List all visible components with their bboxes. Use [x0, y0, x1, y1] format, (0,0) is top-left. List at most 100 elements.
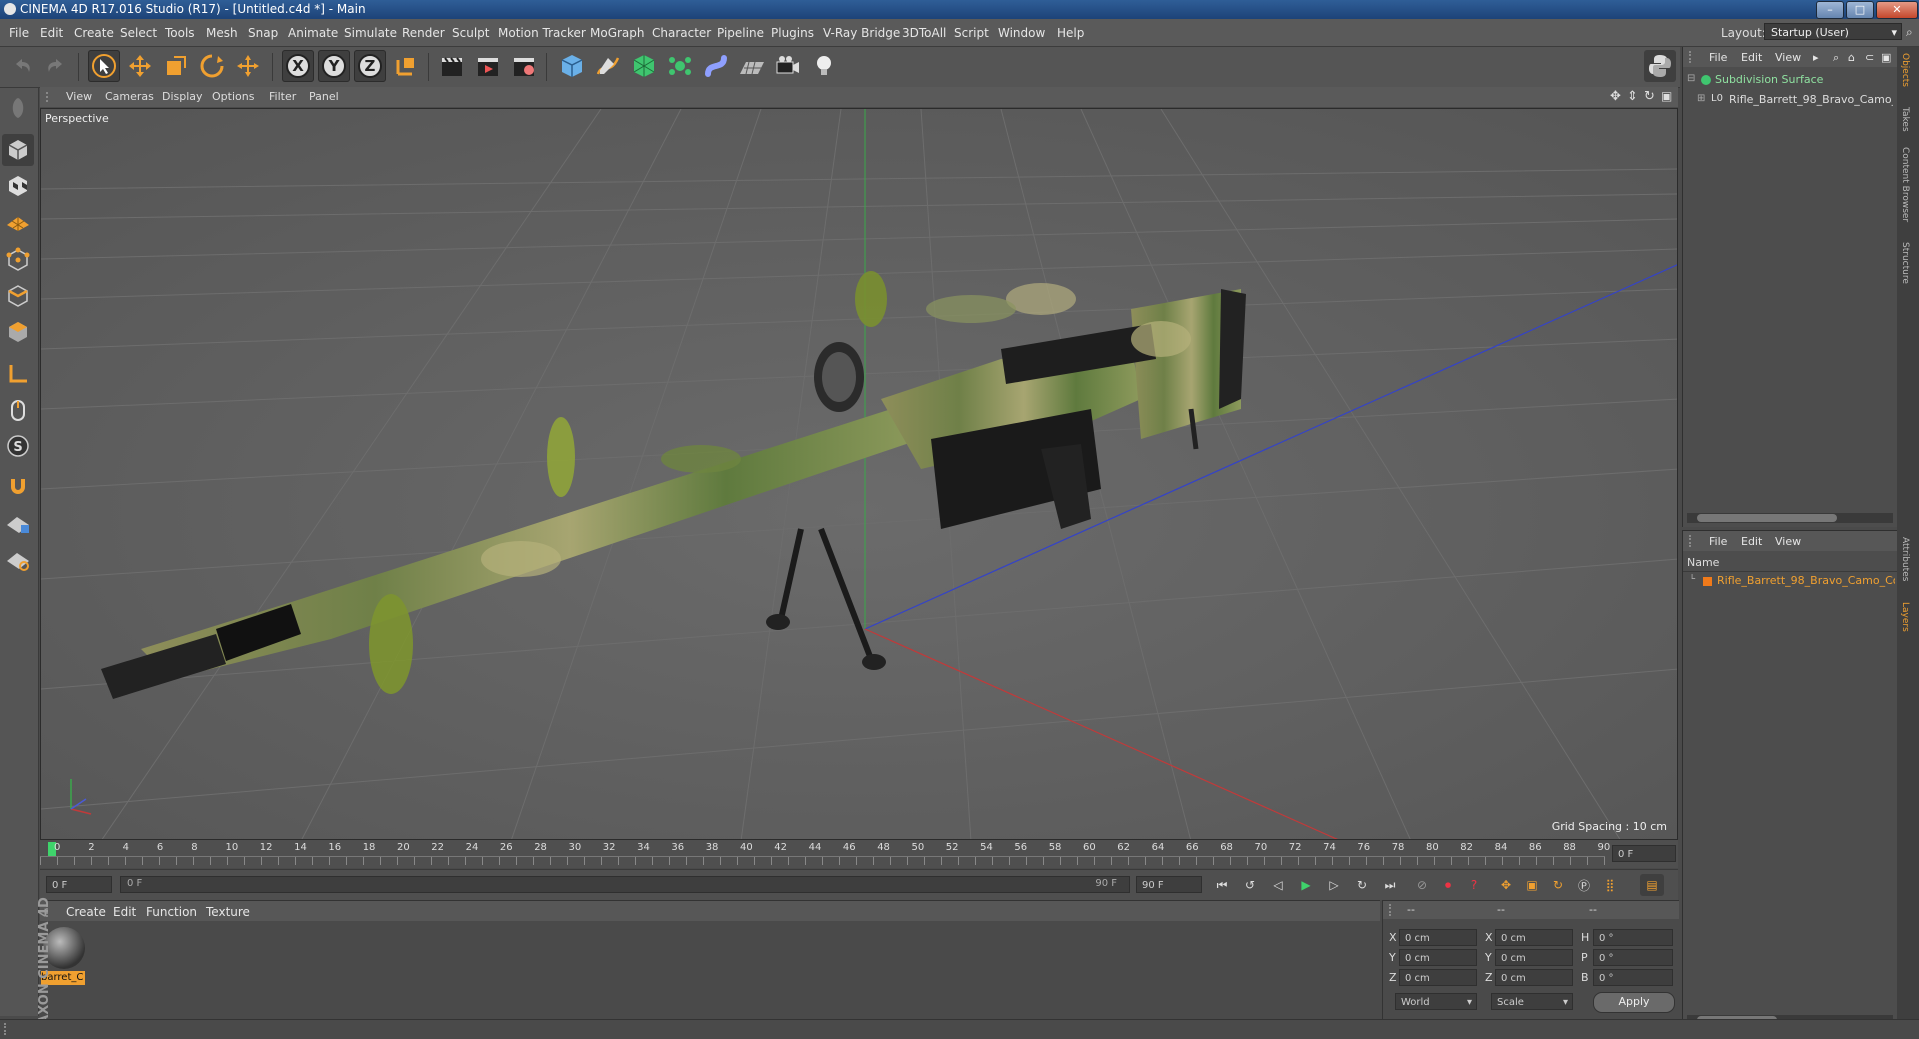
- axis-mode-button[interactable]: [2, 358, 34, 390]
- snap-button[interactable]: S: [2, 430, 34, 462]
- position-y-field[interactable]: 0 cm: [1399, 949, 1477, 966]
- side-tab-takes[interactable]: Takes: [1900, 107, 1910, 132]
- menu-help[interactable]: Help: [1057, 26, 1084, 40]
- material-menu-edit[interactable]: Edit: [113, 905, 136, 919]
- rotation-h-field[interactable]: 0 °: [1593, 929, 1673, 946]
- menu-tools[interactable]: Tools: [165, 26, 195, 40]
- side-tab-attributes[interactable]: Attributes: [1900, 537, 1910, 581]
- tweak-mode-button[interactable]: [2, 394, 34, 426]
- layer-color-swatch[interactable]: [1703, 577, 1712, 586]
- previous-frame-button[interactable]: ◁: [1266, 874, 1290, 896]
- search-icon[interactable]: ⌕: [1833, 51, 1839, 65]
- menu-vray-bridge[interactable]: V-Ray Bridge: [823, 26, 900, 40]
- collapse-icon[interactable]: ⊟: [1687, 73, 1695, 84]
- render-settings-button[interactable]: [508, 50, 540, 82]
- menu-3dtoall[interactable]: 3DToAll: [902, 26, 946, 40]
- home-icon[interactable]: ⌂: [1848, 51, 1855, 64]
- scrollbar-thumb[interactable]: [1697, 514, 1837, 522]
- new-window-icon[interactable]: ▣: [1881, 51, 1891, 64]
- model-mode-button[interactable]: [2, 92, 34, 124]
- menu-pipeline[interactable]: Pipeline: [717, 26, 764, 40]
- lock-workplane-button[interactable]: [2, 508, 34, 540]
- rotate-view-icon[interactable]: ↻: [1644, 89, 1655, 104]
- menu-animate[interactable]: Animate: [288, 26, 338, 40]
- material-menu-create[interactable]: Create: [66, 905, 106, 919]
- floor-button[interactable]: [736, 50, 768, 82]
- layer-menu-file[interactable]: File: [1709, 535, 1727, 548]
- rotation-b-field[interactable]: 0 °: [1593, 969, 1673, 986]
- workplane-mode-button[interactable]: [2, 206, 34, 238]
- menu-character[interactable]: Character: [652, 26, 711, 40]
- position-z-field[interactable]: 0 cm: [1399, 969, 1477, 986]
- scale-tool-button[interactable]: [160, 50, 192, 82]
- viewport-menu-display[interactable]: Display: [162, 90, 203, 103]
- layout-dropdown[interactable]: Startup (User) ▾: [1764, 23, 1902, 40]
- light-button[interactable]: [808, 50, 840, 82]
- layer-row[interactable]: └ Rifle_Barrett_98_Bravo_Camo_Cov: [1689, 574, 1895, 590]
- minimize-button[interactable]: –: [1816, 1, 1844, 19]
- current-frame-field[interactable]: 0 F: [1612, 845, 1676, 862]
- redo-button[interactable]: [40, 50, 72, 82]
- close-button[interactable]: ✕: [1876, 1, 1918, 19]
- autokey-button[interactable]: ⏺: [1436, 874, 1460, 896]
- key-rotation-button[interactable]: ↻: [1546, 874, 1570, 896]
- material-menu-function[interactable]: Function: [146, 905, 197, 919]
- side-tab-structure[interactable]: Structure: [1900, 242, 1910, 284]
- go-to-start-button[interactable]: ⏮: [1210, 874, 1234, 896]
- viewport-menu-cameras[interactable]: Cameras: [105, 90, 154, 103]
- object-menu-file[interactable]: File: [1709, 51, 1727, 64]
- keyframe-selection-button[interactable]: ?: [1462, 874, 1486, 896]
- tree-item-rifle[interactable]: ⊞ L0 Rifle_Barrett_98_Bravo_Camo_Co: [1697, 93, 1893, 109]
- link-icon[interactable]: ⊂: [1865, 51, 1874, 64]
- size-y-field[interactable]: 0 cm: [1495, 949, 1573, 966]
- menu-render[interactable]: Render: [402, 26, 445, 40]
- side-tab-objects[interactable]: Objects: [1900, 53, 1910, 87]
- search-icon[interactable]: ⌕: [1906, 25, 1913, 40]
- perspective-viewport[interactable]: Perspective Grid Spacing : 10 cm: [40, 108, 1678, 840]
- more-arrow-icon[interactable]: ▸: [1813, 51, 1819, 64]
- object-menu-view[interactable]: View: [1775, 51, 1801, 64]
- expand-icon[interactable]: ⊞: [1697, 93, 1705, 104]
- menu-window[interactable]: Window: [998, 26, 1045, 40]
- start-frame-field[interactable]: 0 F: [46, 876, 112, 893]
- polygons-mode-button[interactable]: [2, 316, 34, 348]
- texture-mode-button[interactable]: [2, 170, 34, 202]
- key-position-button[interactable]: ✥: [1494, 874, 1518, 896]
- x-axis-lock-button[interactable]: X: [282, 50, 314, 82]
- rotation-p-field[interactable]: 0 °: [1593, 949, 1673, 966]
- viewport-menu-panel[interactable]: Panel: [309, 90, 339, 103]
- cube-object-button[interactable]: [556, 50, 588, 82]
- menu-edit[interactable]: Edit: [40, 26, 63, 40]
- key-pla-button[interactable]: ⣿: [1598, 874, 1622, 896]
- coordinate-system-button[interactable]: [390, 50, 422, 82]
- magnet-button[interactable]: [2, 470, 34, 502]
- key-parameter-button[interactable]: Ⓟ: [1572, 874, 1596, 896]
- render-view-button[interactable]: [436, 50, 468, 82]
- y-axis-lock-button[interactable]: Y: [318, 50, 350, 82]
- frame-range-slider[interactable]: 0 F 90 F: [120, 876, 1130, 893]
- camera-button[interactable]: [772, 50, 804, 82]
- rotate-tool-button[interactable]: [196, 50, 228, 82]
- layer-menu-edit[interactable]: Edit: [1741, 535, 1762, 548]
- side-tab-content-browser[interactable]: Content Browser: [1900, 147, 1910, 222]
- live-selection-button[interactable]: [88, 50, 120, 82]
- menu-simulate[interactable]: Simulate: [344, 26, 397, 40]
- deformer-button[interactable]: [700, 50, 732, 82]
- menu-create[interactable]: Create: [74, 26, 114, 40]
- menu-snap[interactable]: Snap: [248, 26, 278, 40]
- menu-select[interactable]: Select: [120, 26, 157, 40]
- menu-plugins[interactable]: Plugins: [771, 26, 814, 40]
- subdivision-surface-button[interactable]: [628, 50, 660, 82]
- object-horizontal-scrollbar[interactable]: [1687, 513, 1893, 523]
- layer-menu-view[interactable]: View: [1775, 535, 1801, 548]
- timeline-window-button[interactable]: ▤: [1640, 874, 1664, 896]
- render-to-picture-viewer-button[interactable]: [472, 50, 504, 82]
- points-mode-button[interactable]: [2, 244, 34, 276]
- maximize-button[interactable]: □: [1846, 1, 1874, 19]
- previous-key-button[interactable]: ↺: [1238, 874, 1262, 896]
- position-x-field[interactable]: 0 cm: [1399, 929, 1477, 946]
- go-to-end-button[interactable]: ⏭: [1378, 874, 1402, 896]
- viewport-menu-view[interactable]: View: [66, 90, 92, 103]
- side-tab-layers[interactable]: Layers: [1900, 602, 1910, 632]
- viewport-menu-options[interactable]: Options: [212, 90, 254, 103]
